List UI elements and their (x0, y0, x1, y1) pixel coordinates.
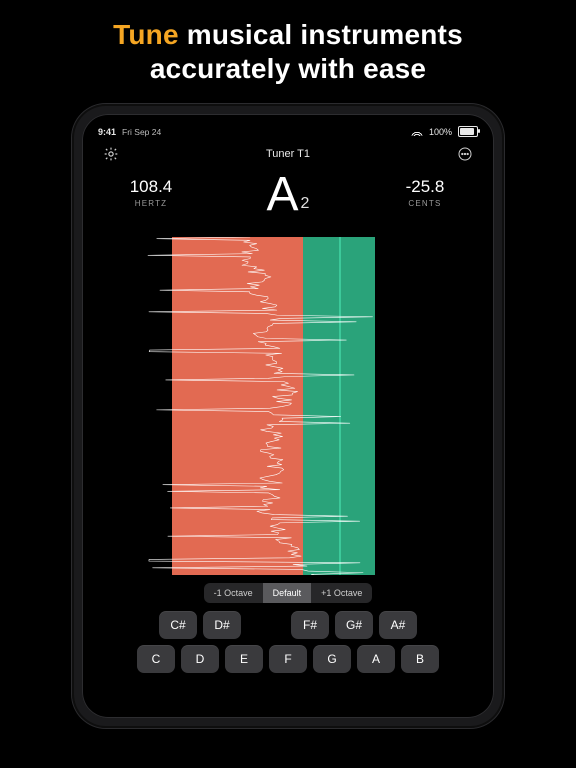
octave-segmented: -1 Octave Default +1 Octave (88, 583, 488, 603)
readout-row: 108.4 HERTZ A 2 -25.8 CENTS (88, 171, 488, 231)
battery-icon (458, 126, 478, 137)
promo-line1: musical instruments (187, 19, 463, 50)
hertz-value: 108.4 (130, 177, 173, 197)
key-A[interactable]: A (357, 645, 395, 673)
sharps-row: C#D# F#G#A# (159, 611, 417, 639)
key-Fsharp[interactable]: F# (291, 611, 329, 639)
note-octave: 2 (301, 195, 310, 213)
naturals-row: CDEFGAB (137, 645, 439, 673)
key-Asharp[interactable]: A# (379, 611, 417, 639)
gear-icon (103, 146, 119, 162)
pitch-trace (106, 237, 470, 575)
status-time: 9:41 (98, 127, 116, 137)
nav-bar: Tuner T1 (88, 139, 488, 171)
note-readout: A 2 (267, 171, 310, 219)
octave-up-button[interactable]: +1 Octave (311, 583, 372, 603)
cents-label: CENTS (408, 199, 441, 208)
key-Gsharp[interactable]: G# (335, 611, 373, 639)
device-frame: 9:41 Fri Sep 24 100% (72, 104, 504, 728)
hertz-readout: 108.4 HERTZ (116, 177, 186, 208)
note-keyboard: C#D# F#G#A# CDEFGAB (88, 609, 488, 685)
wifi-icon (411, 127, 423, 136)
octave-default-button[interactable]: Default (263, 583, 312, 603)
octave-down-button[interactable]: -1 Octave (204, 583, 263, 603)
key-F[interactable]: F (269, 645, 307, 673)
cents-readout: -25.8 CENTS (390, 177, 460, 208)
note-letter: A (267, 171, 299, 219)
hertz-label: HERTZ (135, 199, 168, 208)
promo-line2: accurately with ease (150, 53, 426, 84)
battery-percent: 100% (429, 127, 452, 137)
waveform-display (106, 237, 470, 575)
more-button[interactable] (454, 143, 476, 165)
page-title: Tuner T1 (122, 148, 454, 160)
cents-value: -25.8 (406, 177, 445, 197)
device-bezel: 9:41 Fri Sep 24 100% (82, 114, 494, 718)
promo-accent: Tune (113, 19, 179, 50)
promo-headline: Tune musical instruments accurately with… (0, 18, 576, 85)
key-C[interactable]: C (137, 645, 175, 673)
key-G[interactable]: G (313, 645, 351, 673)
screen: 9:41 Fri Sep 24 100% (88, 120, 488, 712)
status-date: Fri Sep 24 (122, 127, 161, 137)
key-B[interactable]: B (401, 645, 439, 673)
status-bar: 9:41 Fri Sep 24 100% (88, 120, 488, 139)
settings-button[interactable] (100, 143, 122, 165)
key-D[interactable]: D (181, 645, 219, 673)
key-Dsharp[interactable]: D# (203, 611, 241, 639)
key-E[interactable]: E (225, 645, 263, 673)
more-icon (457, 146, 473, 162)
key-Csharp[interactable]: C# (159, 611, 197, 639)
